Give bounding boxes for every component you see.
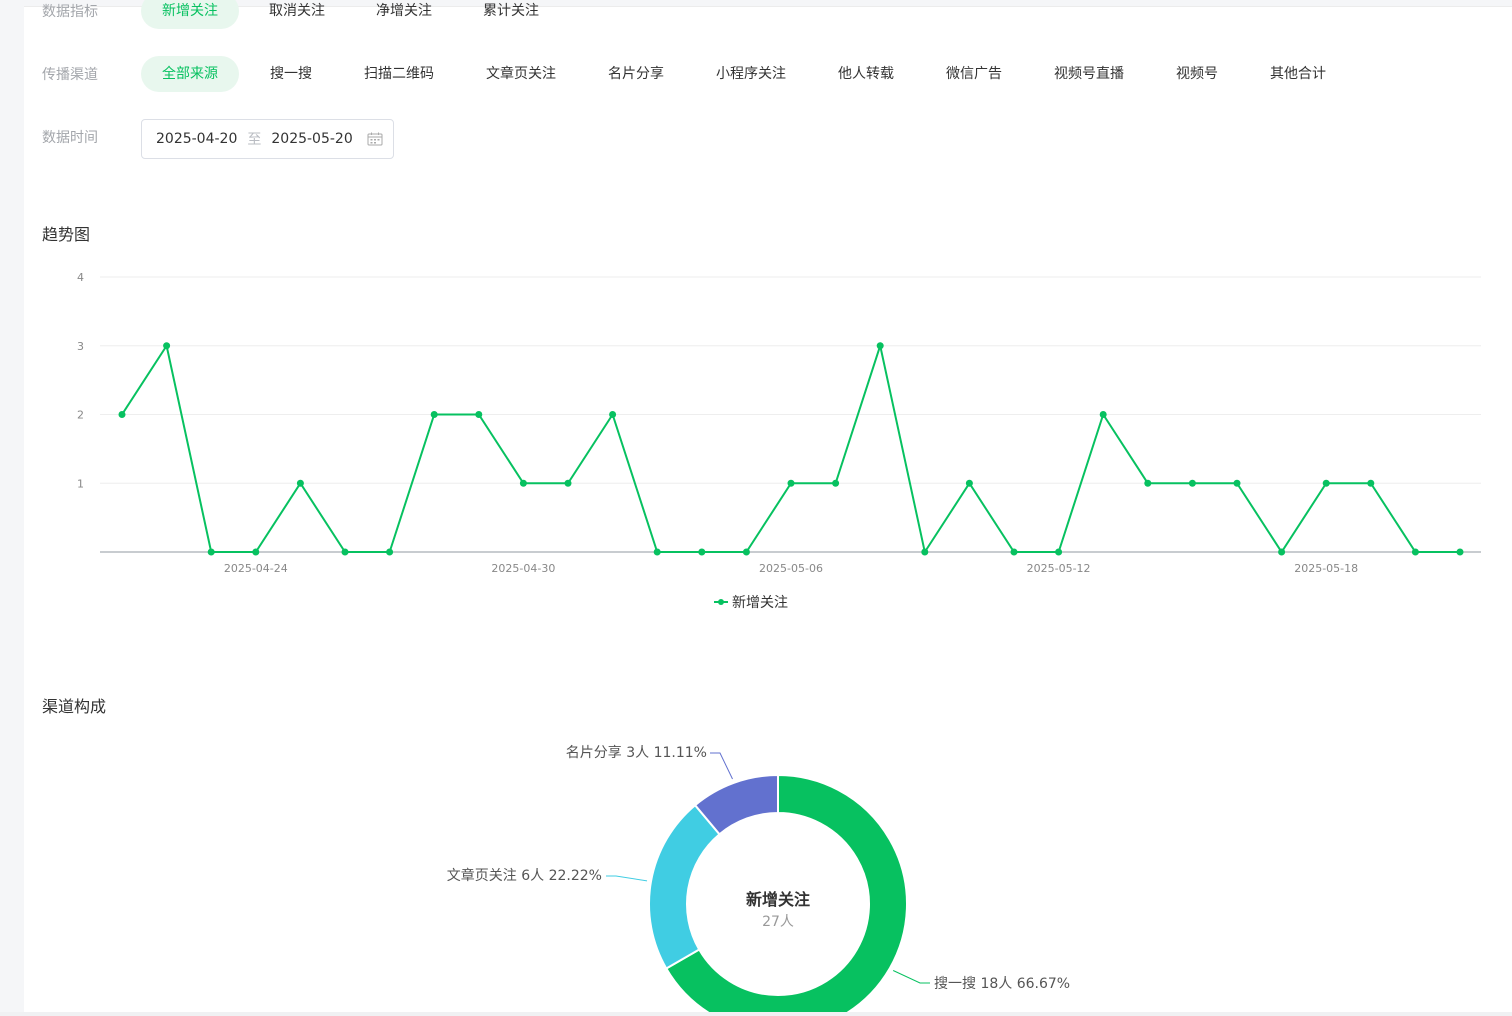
- slice-leader-line-1: [606, 875, 648, 882]
- slice-label-1: 文章页关注 6人 22.22%: [447, 867, 602, 884]
- donut-center-title: 新增关注: [746, 890, 810, 909]
- channel-donut-chart: 搜一搜 18人 66.67% 文章页关注 6人 22.22% 名片分享 3人 11.…: [447, 744, 1070, 1012]
- page-bottom-border: [0, 1012, 1512, 1016]
- donut-slice-1[interactable]: [648, 803, 721, 970]
- slice-label-2: 名片分享 3人 11.11%: [566, 744, 707, 761]
- slice-leader-line-2: [710, 752, 733, 780]
- slice-leader-line-0: [892, 970, 930, 984]
- slice-label-0: 搜一搜 18人 66.67%: [934, 976, 1070, 992]
- donut-center-total: 27人: [762, 914, 794, 930]
